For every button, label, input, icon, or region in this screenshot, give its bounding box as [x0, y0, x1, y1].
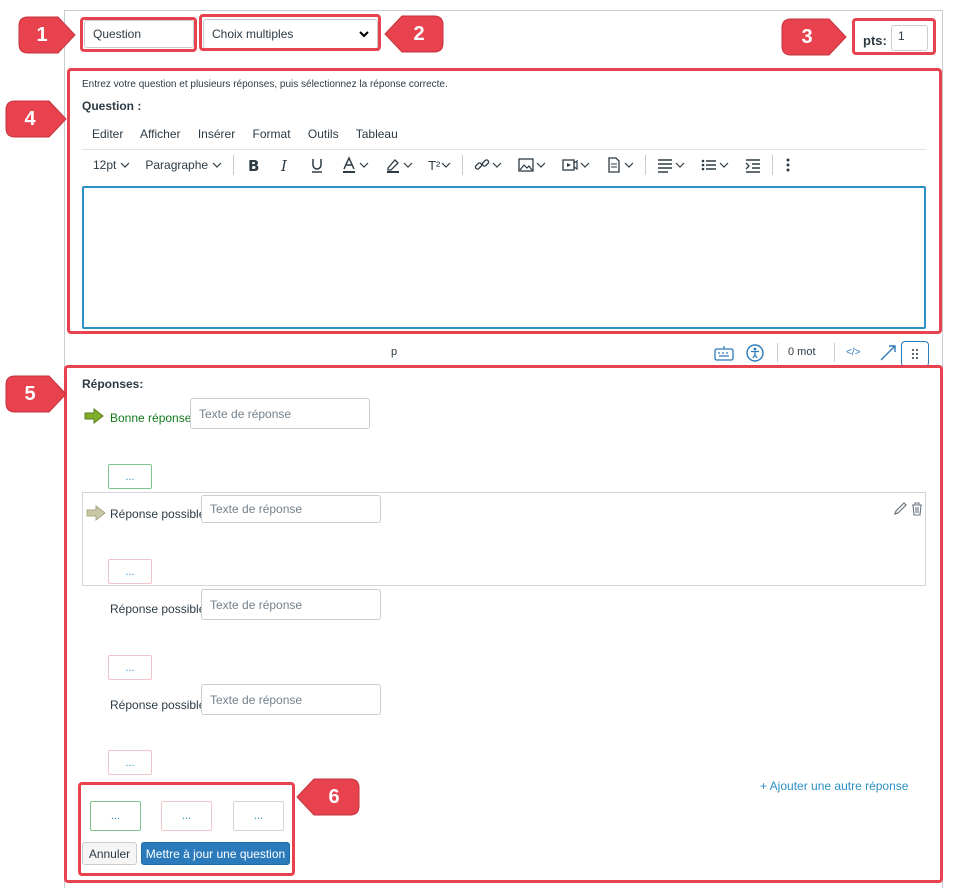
callout-badge-4: 4 [5, 100, 67, 138]
callout-box-6 [78, 782, 295, 876]
drag-handle-icon [912, 349, 918, 359]
callout-box-4 [67, 68, 942, 334]
fullscreen-icon[interactable] [879, 344, 897, 362]
callout-box-3 [852, 18, 936, 55]
accessibility-icon[interactable] [746, 344, 764, 362]
status-separator [777, 343, 778, 362]
status-separator [834, 343, 835, 362]
html-editor-toggle[interactable]: </> [846, 347, 860, 358]
element-path[interactable]: p [391, 346, 397, 358]
callout-badge-5: 5 [5, 375, 67, 413]
callout-badge-1: 1 [18, 16, 76, 54]
callout-badge-6: 6 [296, 778, 360, 816]
callout-badge-2: 2 [384, 15, 444, 53]
resize-handle[interactable] [901, 341, 929, 367]
callout-box-1 [80, 17, 197, 52]
callout-badge-3: 3 [781, 18, 847, 56]
keyboard-icon[interactable] [714, 345, 734, 361]
callout-box-2 [199, 14, 381, 51]
word-count: 0 mot [788, 346, 816, 358]
